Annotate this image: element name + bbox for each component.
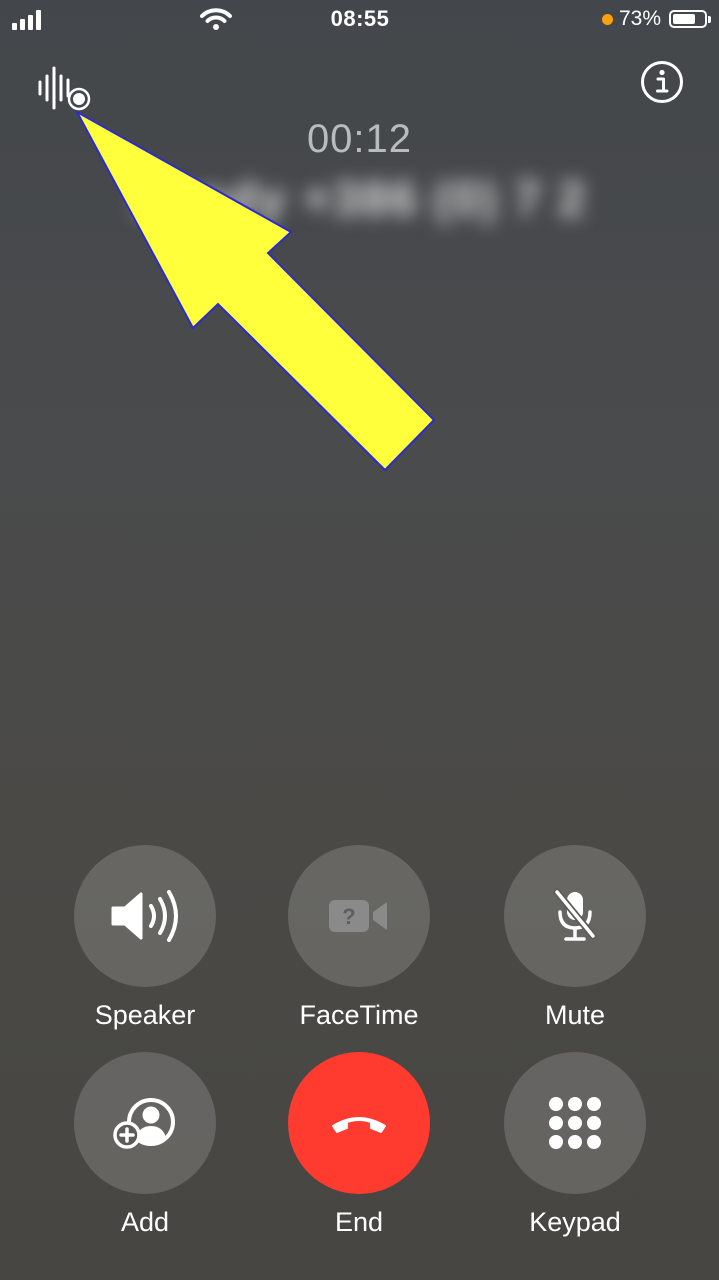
facetime-icon: ? bbox=[329, 900, 387, 932]
yellow-arrow-annotation bbox=[74, 109, 436, 472]
battery-indicator: 73% bbox=[601, 6, 711, 32]
battery-percent: 73% bbox=[618, 7, 661, 30]
call-timer: 00:12 bbox=[306, 117, 413, 161]
end-call-button[interactable] bbox=[288, 1052, 430, 1194]
svg-text:?: ? bbox=[342, 904, 355, 929]
battery-fill bbox=[673, 14, 695, 24]
end-call-icon bbox=[332, 1117, 386, 1133]
speaker-label: Speaker bbox=[94, 1000, 196, 1030]
speaker-button[interactable] bbox=[74, 845, 216, 987]
keypad-label: Keypad bbox=[529, 1207, 621, 1237]
status-bar: 08:55 73% bbox=[0, 0, 719, 40]
wifi-icon bbox=[200, 8, 232, 30]
cellular-signal-icon bbox=[12, 10, 41, 30]
battery-icon bbox=[669, 10, 711, 28]
caller-name-blurred: Sandy +386 (0) 7 2 bbox=[133, 173, 587, 226]
mute-icon bbox=[553, 888, 597, 941]
speaker-icon bbox=[111, 890, 178, 942]
call-recording-waveform-icon[interactable] bbox=[36, 64, 92, 112]
status-time: 08:55 bbox=[330, 6, 390, 31]
add-call-button[interactable] bbox=[74, 1052, 216, 1194]
keypad-button[interactable] bbox=[504, 1052, 646, 1194]
end-label: End bbox=[334, 1207, 384, 1237]
facetime-label: FaceTime bbox=[299, 1000, 419, 1030]
privacy-indicator-dot bbox=[601, 13, 613, 25]
mute-button[interactable] bbox=[504, 845, 646, 987]
info-icon[interactable] bbox=[640, 60, 684, 104]
keypad-icon bbox=[549, 1097, 601, 1149]
add-call-icon bbox=[113, 1098, 175, 1149]
add-label: Add bbox=[120, 1207, 170, 1237]
facetime-button[interactable]: ? bbox=[288, 845, 430, 987]
mute-label: Mute bbox=[544, 1000, 606, 1030]
